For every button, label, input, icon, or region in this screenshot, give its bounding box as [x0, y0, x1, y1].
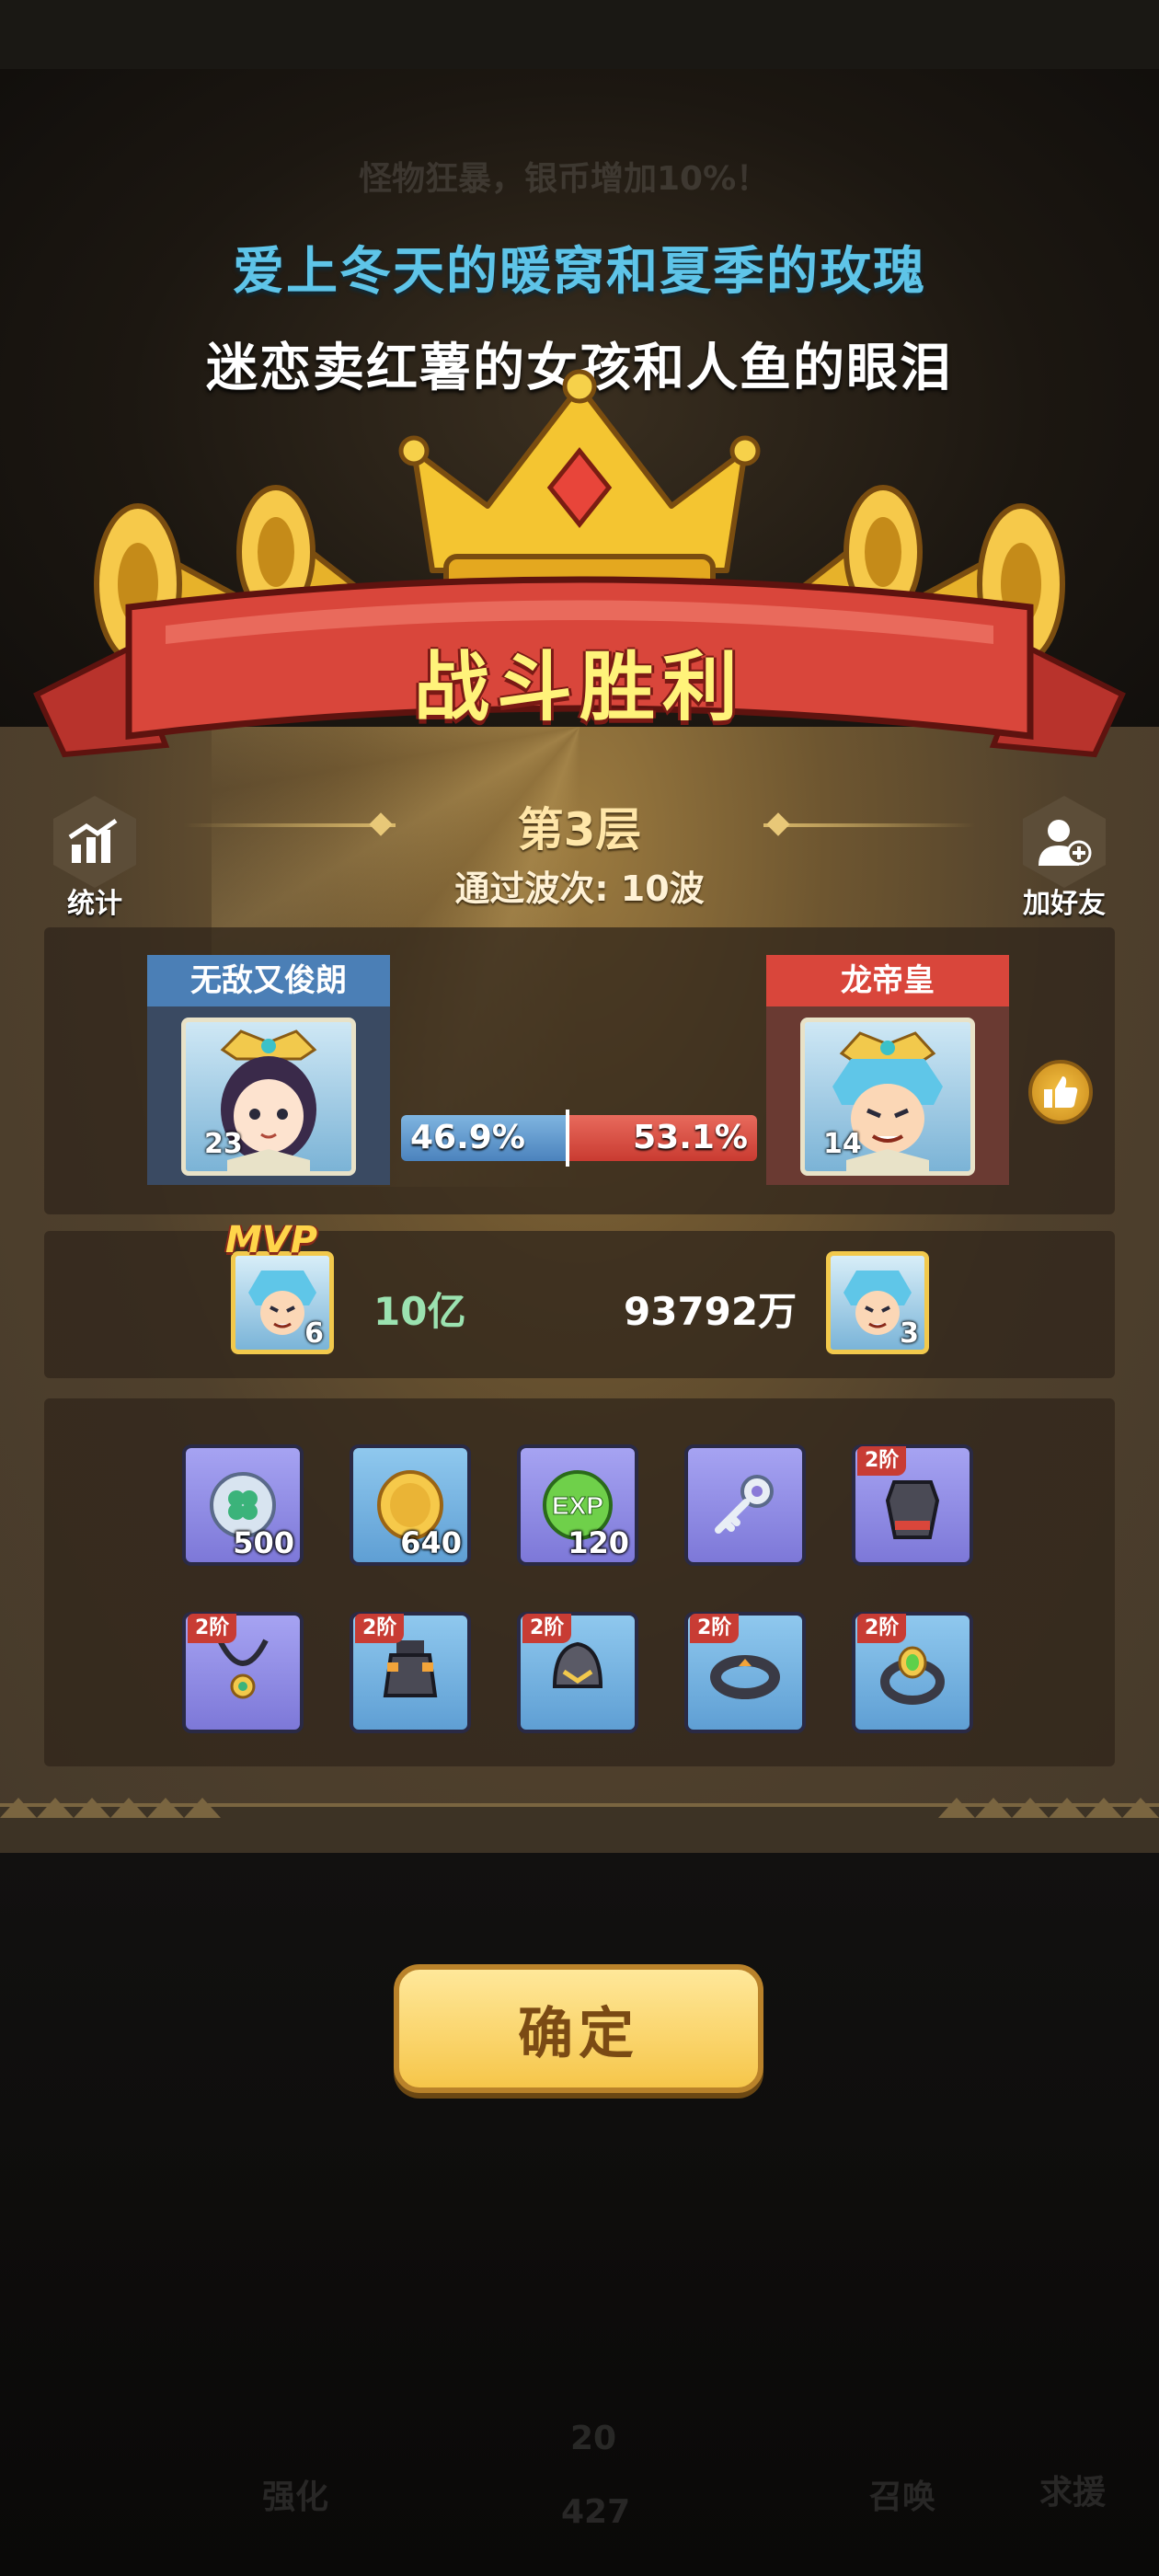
mvp-section [44, 1231, 1115, 1378]
stats-button[interactable]: 统计 [44, 796, 145, 920]
zigzag-trim [0, 1798, 1159, 1818]
avatar: 14 [800, 1018, 975, 1176]
vase-icon [383, 1640, 438, 1697]
damage-left: 10亿 [373, 1289, 466, 1334]
reward-item[interactable]: 2阶 [684, 1612, 806, 1733]
tier-badge: 2阶 [355, 1614, 405, 1643]
helmet-icon [552, 1641, 603, 1688]
reward-item[interactable]: 640 [350, 1444, 471, 1566]
add-friend-label: 加好友 [1023, 888, 1106, 920]
mvp-hero-right[interactable]: 3 [826, 1251, 929, 1354]
confirm-button[interactable]: 确定 [394, 1964, 763, 2093]
mvp-badge: MVP [225, 1219, 318, 1261]
background-summon-label: 召唤 [869, 2478, 936, 2516]
background-notice: 怪物狂暴，银币增加10%！ [359, 160, 770, 198]
lyric-line-1: 爱上冬天的暖窝和夏季的玫瑰 [233, 242, 926, 302]
win-rate-divider [566, 1110, 569, 1167]
mvp-hero-left[interactable]: 6 [231, 1251, 334, 1354]
reward-item[interactable]: 2阶 [852, 1612, 973, 1733]
chart-icon [53, 796, 136, 888]
background-help-label: 求援 [1039, 2474, 1107, 2512]
add-friend-button[interactable]: 加好友 [1014, 796, 1115, 920]
reward-item[interactable]: 2阶 [852, 1444, 973, 1566]
player-card-right[interactable]: 龙帝皇 14 [766, 955, 1009, 1185]
win-rate-bar-right: 53.1% [568, 1115, 757, 1161]
ring-icon [710, 1655, 780, 1699]
like-button[interactable] [1028, 1060, 1093, 1124]
reward-item[interactable]: 2阶 [517, 1612, 638, 1733]
reward-item[interactable]: EXP 120 [517, 1444, 638, 1566]
tier-badge: 2阶 [690, 1614, 740, 1643]
avatar: 23 [181, 1018, 356, 1176]
tier-badge: 2阶 [857, 1614, 907, 1643]
hero-level: 6 [304, 1317, 324, 1350]
background-count: 20 [570, 2420, 617, 2457]
background-count-2: 427 [561, 2493, 631, 2531]
reward-item[interactable]: 2阶 [350, 1612, 471, 1733]
hero-level: 3 [900, 1317, 919, 1350]
add-user-icon [1023, 796, 1106, 888]
reward-item[interactable]: 500 [182, 1444, 304, 1566]
rewards-section: 500 640 EXP 120 2阶 2阶 2阶 2阶 2阶 2阶 [44, 1398, 1115, 1766]
player-level: 14 [823, 1128, 862, 1160]
background-topbar [0, 0, 1159, 69]
tier-badge: 2阶 [857, 1446, 907, 1476]
key-icon [715, 1475, 774, 1534]
reward-item[interactable]: 2阶 [182, 1612, 304, 1733]
player-level: 23 [204, 1128, 243, 1160]
player-name: 龙帝皇 [766, 955, 1009, 1006]
win-rate-bar-left: 46.9% [401, 1115, 567, 1161]
waves-label: 通过波次: 10波 [454, 868, 705, 909]
thumbs-up-icon [1044, 1076, 1078, 1108]
stats-label: 统计 [67, 888, 122, 920]
damage-right: 93792万 [624, 1289, 798, 1334]
divider-left [184, 823, 396, 827]
player-name: 无敌又俊朗 [147, 955, 390, 1006]
tier-badge: 2阶 [188, 1614, 237, 1643]
reward-quantity: 120 [568, 1525, 629, 1560]
floor-label: 第3层 [517, 803, 642, 857]
armor-icon [885, 1480, 940, 1539]
victory-title: 战斗胜利 [413, 644, 745, 731]
reward-quantity: 500 [233, 1525, 294, 1560]
svg-text:EXP: EXP [552, 1491, 603, 1520]
reward-quantity: 640 [400, 1525, 462, 1560]
crown-icon [398, 369, 761, 601]
background-bottom [0, 1849, 1159, 2576]
gem-ring-icon [880, 1646, 945, 1705]
necklace-icon [217, 1639, 269, 1699]
reward-item[interactable] [684, 1444, 806, 1566]
tier-badge: 2阶 [522, 1614, 572, 1643]
background-upgrade-label: 强化 [262, 2478, 329, 2516]
player-card-left[interactable]: 无敌又俊朗 23 [147, 955, 390, 1185]
divider-right [763, 823, 975, 827]
